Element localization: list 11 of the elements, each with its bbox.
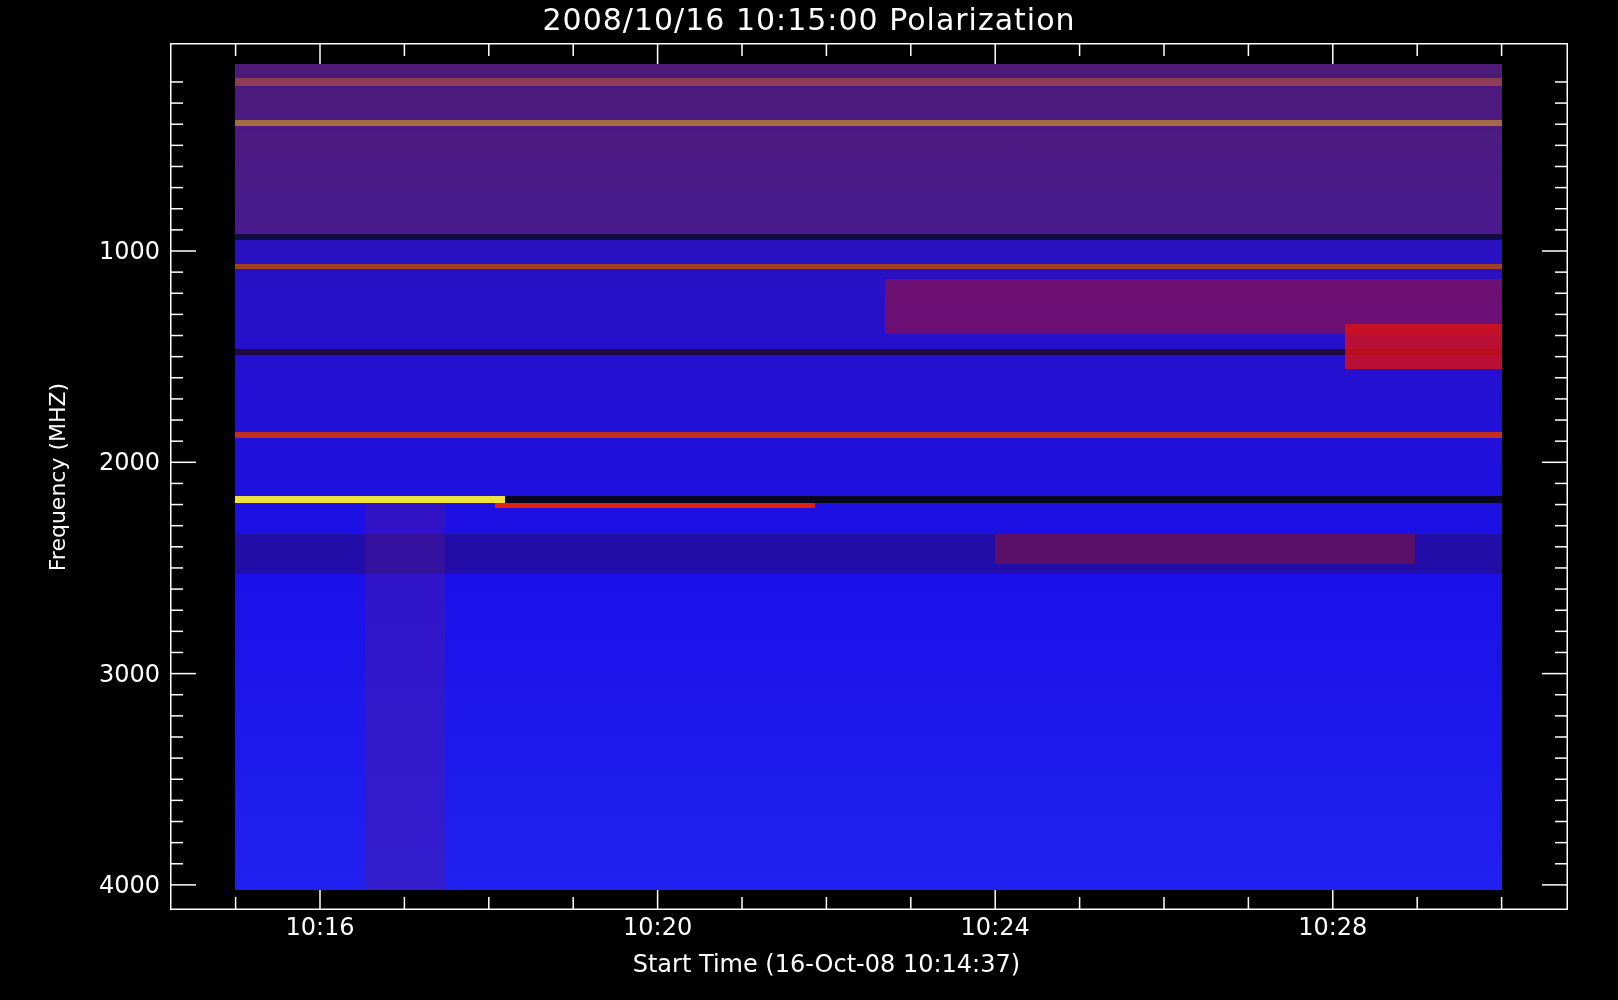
tick-label: 2000 — [98, 450, 160, 475]
axis-label: Frequency (MHZ) — [47, 382, 69, 572]
tick-label: 10:28 — [1298, 915, 1368, 939]
tick-label: 10:24 — [960, 915, 1030, 939]
tick-label: 4000 — [98, 872, 160, 897]
tick-label: 3000 — [98, 661, 160, 686]
axis-label: Start Time (16-Oct-08 10:14:37) — [632, 952, 1021, 976]
tick-label: 10:16 — [285, 915, 355, 939]
tick-label: 1000 — [98, 239, 160, 263]
chart-title: 2008/10/16 10:15:00 Polarization — [541, 2, 1077, 37]
tick-label: 10:20 — [623, 915, 693, 939]
